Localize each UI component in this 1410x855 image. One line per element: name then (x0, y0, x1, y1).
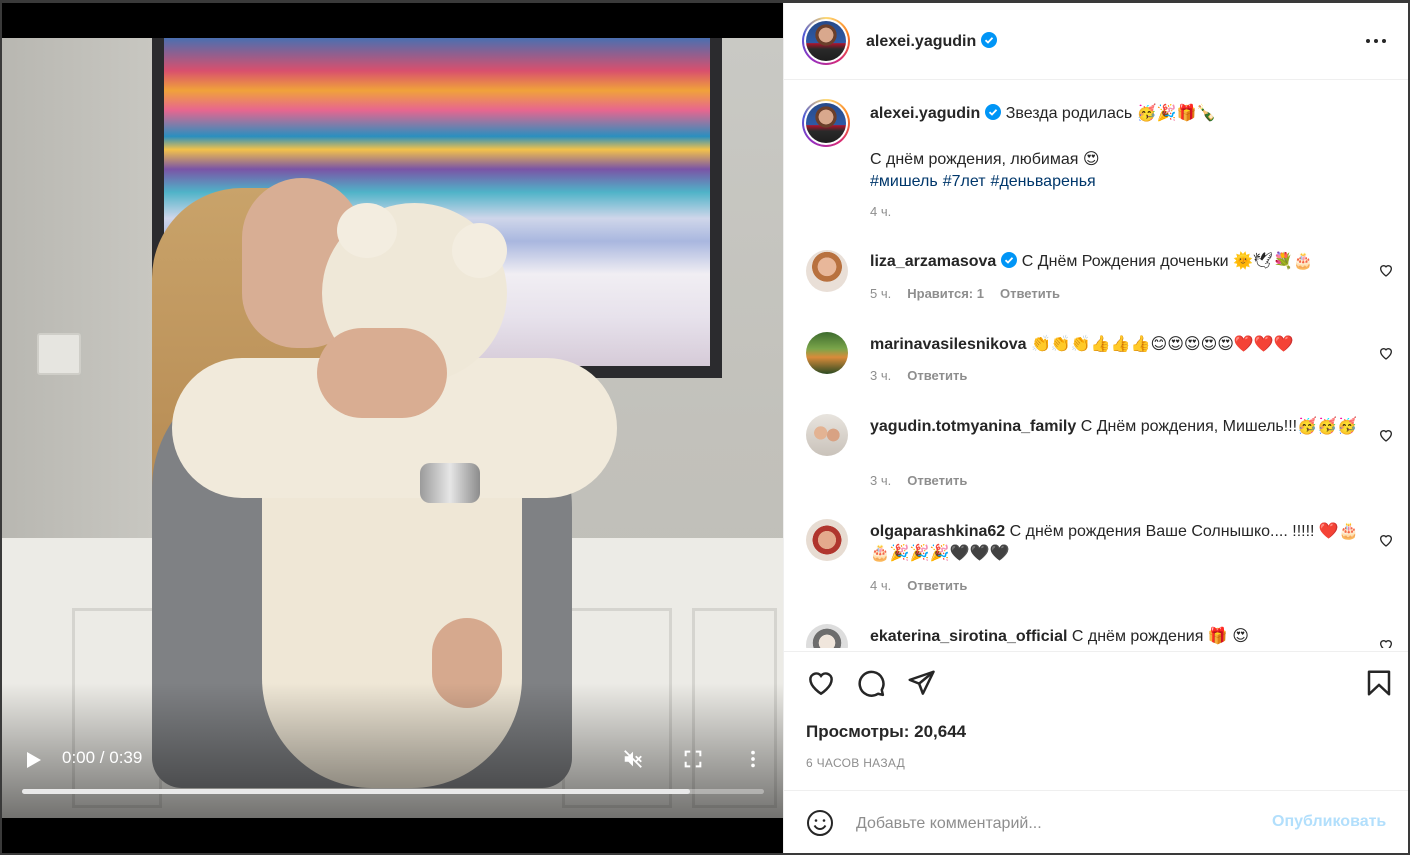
bookmark-icon[interactable] (1364, 668, 1394, 698)
comment-bubble-icon[interactable] (856, 668, 886, 698)
comment-reply[interactable]: Ответить (907, 473, 967, 488)
caption-text: Звезда родилась 🥳🎉🎁🍾 (1005, 105, 1217, 122)
comment-text: olgaparashkina62 С днём рождения Ваше Со… (870, 521, 1370, 565)
caption-hashtags: #мишель #7лет #деньваренья (870, 173, 1101, 191)
like-comment-heart-icon[interactable] (1378, 532, 1394, 548)
comment-username[interactable]: olgaparashkina62 (870, 523, 1005, 540)
video-time: 0:00 / 0:39 (62, 748, 143, 767)
video-controls: 0:00 / 0:39 (2, 738, 783, 778)
comment-likes[interactable]: Нравится: 1 (907, 286, 984, 301)
comment-avatar[interactable] (806, 414, 848, 456)
comment-meta: 3 ч. Ответить (870, 473, 983, 488)
share-send-icon[interactable] (906, 668, 936, 698)
comment-form: Опубликовать (784, 790, 1408, 853)
more-horizontal-icon[interactable] (1364, 31, 1388, 51)
views-count[interactable]: Просмотры: 20,644 (806, 722, 966, 742)
comment-username[interactable]: yagudin.totmyanina_family (870, 418, 1076, 435)
caption-line1: alexei.yagudin Звезда родилась 🥳🎉🎁🍾 (870, 103, 1216, 125)
comment-avatar[interactable] (806, 624, 848, 648)
like-comment-heart-icon[interactable] (1378, 262, 1394, 278)
post-modal: 0:00 / 0:39 alexei.yagudin alexei.yagudi… (2, 3, 1408, 853)
comment-reply[interactable]: Ответить (907, 368, 967, 383)
like-comment-heart-icon[interactable] (1378, 427, 1394, 443)
comment-body: С днём рождения 🎁 😍 (1071, 628, 1249, 645)
comment-text: marinavasilesnikova 👏👏👏👍👍👍😊😍😍😍😍❤️❤️❤️ (870, 334, 1370, 356)
comment-body: 👏👏👏👍👍👍😊😍😍😍😍❤️❤️❤️ (1031, 336, 1294, 353)
comment-time: 3 ч. (870, 473, 892, 488)
verified-badge-icon (985, 104, 1002, 120)
comment-avatar[interactable] (806, 332, 848, 374)
comment-text: yagudin.totmyanina_family С Днём рождени… (870, 416, 1370, 438)
like-heart-icon[interactable] (806, 668, 836, 698)
comments-list[interactable]: alexei.yagudin Звезда родилась 🥳🎉🎁🍾 С дн… (784, 81, 1408, 648)
video-progress-fill (22, 789, 690, 794)
light-switch (37, 333, 81, 375)
comment-body: С Днём Рождения доченьки 🌞🕊💐🎂 (1021, 253, 1314, 270)
comment-username[interactable]: ekaterina_sirotina_official (870, 628, 1067, 645)
video-player[interactable]: 0:00 / 0:39 (2, 3, 783, 853)
video-progress-bar[interactable] (22, 789, 764, 794)
comment-meta: 3 ч. Ответить (870, 368, 983, 383)
hashtag-link[interactable]: #деньваренья (991, 173, 1096, 190)
comment-avatar[interactable] (806, 519, 848, 561)
comment-body: С Днём рождения, Мишель!!!🥳🥳🥳 (1080, 418, 1357, 435)
more-vertical-icon[interactable] (742, 748, 764, 770)
comment-time: 4 ч. (870, 578, 892, 593)
post-header: alexei.yagudin (784, 3, 1408, 80)
hashtag-link[interactable]: #мишель (870, 173, 938, 190)
post-actions: Просмотры: 20,644 6 ЧАСОВ НАЗАД Опублико… (784, 651, 1408, 853)
caption-avatar[interactable] (802, 99, 850, 147)
author-username[interactable]: alexei.yagudin (866, 32, 998, 51)
muted-icon[interactable] (622, 748, 644, 770)
fullscreen-icon[interactable] (682, 748, 704, 770)
caption-time: 4 ч. (870, 204, 892, 219)
verified-badge-icon (1001, 252, 1018, 268)
comment-text: liza_arzamasova С Днём Рождения доченьки… (870, 251, 1370, 273)
comment-reply[interactable]: Ответить (907, 578, 967, 593)
comment-input[interactable] (856, 811, 1256, 837)
like-comment-heart-icon[interactable] (1378, 345, 1394, 361)
post-time: 6 ЧАСОВ НАЗАД (806, 756, 906, 770)
hashtag-link[interactable]: #7лет (943, 173, 986, 190)
post-side-panel: alexei.yagudin alexei.yagudin Звезда род… (783, 3, 1408, 853)
comment-username[interactable]: liza_arzamasova (870, 253, 996, 270)
comment-reply[interactable]: Ответить (1000, 286, 1060, 301)
comment-username[interactable]: marinavasilesnikova (870, 336, 1027, 353)
comment-meta: 5 ч. Нравится: 1 Ответить (870, 286, 1076, 301)
author-avatar[interactable] (802, 17, 850, 65)
caption-meta: 4 ч. (870, 204, 907, 219)
like-comment-heart-icon[interactable] (1378, 637, 1394, 648)
comment-text: ekaterina_sirotina_official С днём рожде… (870, 626, 1370, 648)
comment-time: 5 ч. (870, 286, 892, 301)
play-icon[interactable] (24, 750, 44, 770)
comment-meta: 4 ч. Ответить (870, 578, 983, 593)
verified-badge-icon (981, 32, 998, 48)
caption-line2: С днём рождения, любимая 😍 (870, 151, 1100, 168)
emoji-smiley-icon[interactable] (806, 809, 834, 837)
author-username-text[interactable]: alexei.yagudin (866, 33, 976, 50)
caption-username[interactable]: alexei.yagudin (870, 105, 980, 122)
publish-button[interactable]: Опубликовать (1272, 813, 1386, 831)
comment-avatar[interactable] (806, 250, 848, 292)
comment-time: 3 ч. (870, 368, 892, 383)
